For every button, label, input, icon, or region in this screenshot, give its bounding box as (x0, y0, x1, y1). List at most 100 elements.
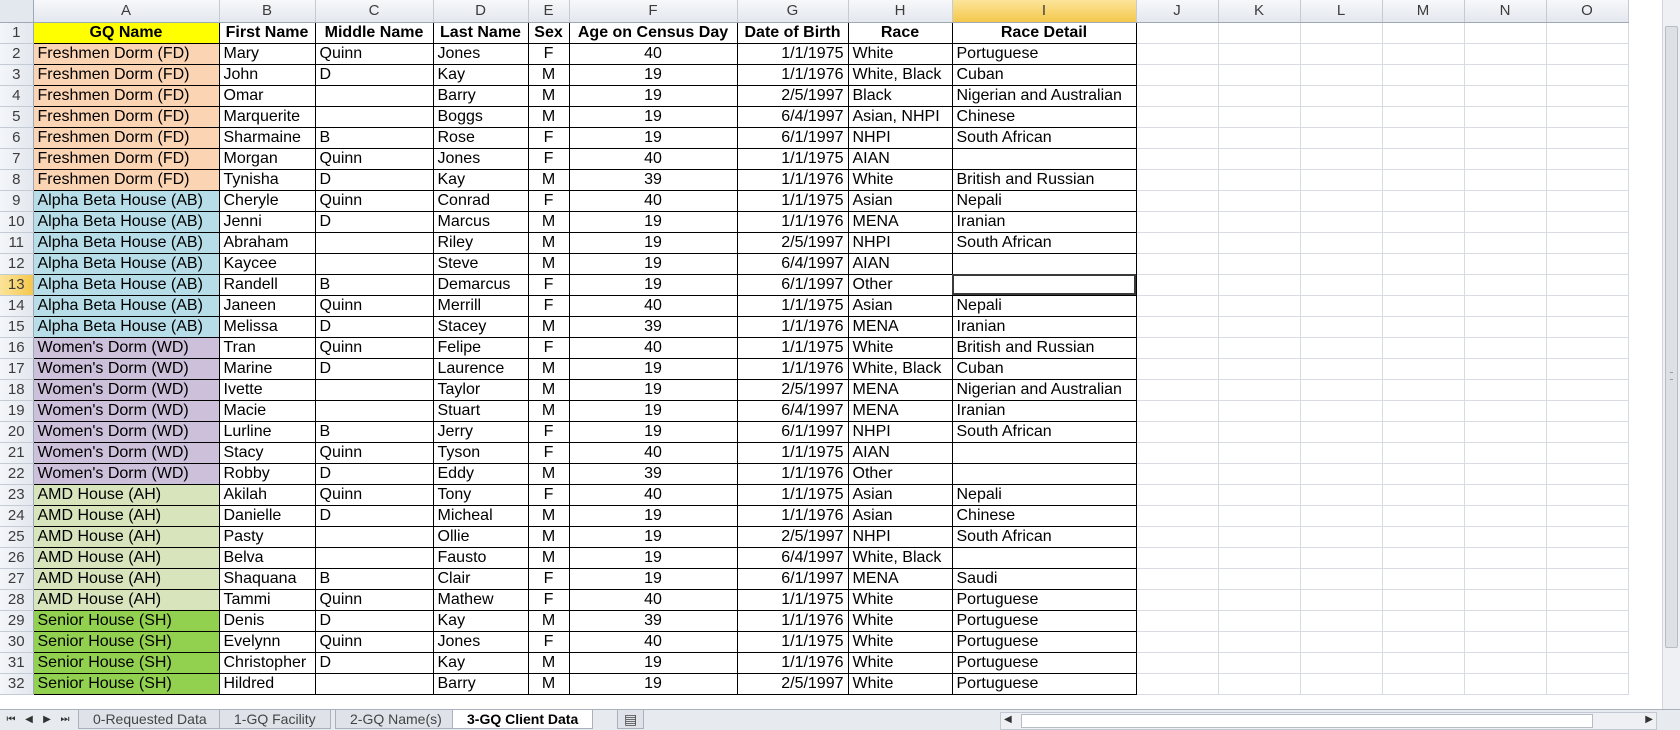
cell-h5[interactable]: Asian, NHPI (848, 106, 953, 128)
cell-c8[interactable]: D (315, 169, 434, 191)
cell-a9[interactable]: Alpha Beta House (AB) (33, 190, 220, 212)
cell-b32[interactable]: Hildred (219, 673, 316, 695)
cell-g11[interactable]: 2/5/1997 (737, 232, 849, 254)
row-header-13[interactable]: 13 (0, 274, 34, 296)
cell-g16[interactable]: 1/1/1975 (737, 337, 849, 359)
empty-cell[interactable] (1382, 358, 1465, 380)
empty-cell[interactable] (1382, 211, 1465, 233)
column-header-d[interactable]: D (433, 0, 529, 23)
cell-i2[interactable]: Portuguese (952, 43, 1137, 65)
empty-cell[interactable] (1218, 379, 1301, 401)
empty-cell[interactable] (1218, 652, 1301, 674)
empty-cell[interactable] (1218, 148, 1301, 170)
empty-cell[interactable] (1218, 43, 1301, 65)
empty-cell[interactable] (1136, 484, 1219, 506)
cell-a11[interactable]: Alpha Beta House (AB) (33, 232, 220, 254)
empty-cell[interactable] (1136, 589, 1219, 611)
cell-h25[interactable]: NHPI (848, 526, 953, 548)
empty-cell[interactable] (1464, 484, 1547, 506)
cell-b4[interactable]: Omar (219, 85, 316, 107)
cell-h13[interactable]: Other (848, 274, 953, 296)
cell-d20[interactable]: Jerry (433, 421, 529, 443)
empty-cell[interactable] (1300, 316, 1383, 338)
cell-e30[interactable]: F (528, 631, 570, 653)
cell-a22[interactable]: Women's Dorm (WD) (33, 463, 220, 485)
cell-i13[interactable] (952, 274, 1137, 296)
sheet-tab-1[interactable]: 1-GQ Facility (219, 710, 331, 729)
cell-h8[interactable]: White (848, 169, 953, 191)
row-header-3[interactable]: 3 (0, 64, 34, 86)
empty-cell[interactable] (1136, 85, 1219, 107)
empty-cell[interactable] (1218, 190, 1301, 212)
cell-g20[interactable]: 6/1/1997 (737, 421, 849, 443)
cell-f13[interactable]: 19 (569, 274, 738, 296)
cell-e28[interactable]: F (528, 589, 570, 611)
empty-cell[interactable] (1546, 337, 1629, 359)
sheet-tab-2[interactable]: 2-GQ Name(s) (335, 710, 457, 729)
cell-c29[interactable]: D (315, 610, 434, 632)
row-header-23[interactable]: 23 (0, 484, 34, 506)
cell-f18[interactable]: 19 (569, 379, 738, 401)
empty-cell[interactable] (1546, 484, 1629, 506)
empty-cell[interactable] (1300, 127, 1383, 149)
cell-e26[interactable]: M (528, 547, 570, 569)
cell-i23[interactable]: Nepali (952, 484, 1137, 506)
cell-h9[interactable]: Asian (848, 190, 953, 212)
cell-b12[interactable]: Kaycee (219, 253, 316, 275)
cell-a8[interactable]: Freshmen Dorm (FD) (33, 169, 220, 191)
cell-a27[interactable]: AMD House (AH) (33, 568, 220, 590)
empty-cell[interactable] (1300, 274, 1383, 296)
empty-cell[interactable] (1546, 190, 1629, 212)
empty-cell[interactable] (1546, 22, 1629, 44)
empty-cell[interactable] (1300, 484, 1383, 506)
cell-h11[interactable]: NHPI (848, 232, 953, 254)
cell-b30[interactable]: Evelynn (219, 631, 316, 653)
scroll-left-icon[interactable]: ◀ (1004, 714, 1012, 725)
cell-i29[interactable]: Portuguese (952, 610, 1137, 632)
cell-g22[interactable]: 1/1/1976 (737, 463, 849, 485)
cell-c15[interactable]: D (315, 316, 434, 338)
cell-c26[interactable] (315, 547, 434, 569)
empty-cell[interactable] (1464, 232, 1547, 254)
cell-c4[interactable] (315, 85, 434, 107)
row-header-8[interactable]: 8 (0, 169, 34, 191)
cell-d2[interactable]: Jones (433, 43, 529, 65)
spreadsheet-grid[interactable]: ABCDEFGHIJKLMNO 1 GQ Name First Name Middle… (0, 0, 1629, 695)
cell-d10[interactable]: Marcus (433, 211, 529, 233)
cell-f26[interactable]: 19 (569, 547, 738, 569)
empty-cell[interactable] (1382, 568, 1465, 590)
cell-c7[interactable]: Quinn (315, 148, 434, 170)
cell-b13[interactable]: Randell (219, 274, 316, 296)
empty-cell[interactable] (1546, 316, 1629, 338)
empty-cell[interactable] (1382, 253, 1465, 275)
empty-cell[interactable] (1464, 589, 1547, 611)
empty-cell[interactable] (1136, 22, 1219, 44)
cell-a10[interactable]: Alpha Beta House (AB) (33, 211, 220, 233)
empty-cell[interactable] (1464, 358, 1547, 380)
cell-d14[interactable]: Merrill (433, 295, 529, 317)
row-header-4[interactable]: 4 (0, 85, 34, 107)
empty-cell[interactable] (1464, 610, 1547, 632)
cell-a16[interactable]: Women's Dorm (WD) (33, 337, 220, 359)
cell-g32[interactable]: 2/5/1997 (737, 673, 849, 695)
cell-i30[interactable]: Portuguese (952, 631, 1137, 653)
cell-f11[interactable]: 19 (569, 232, 738, 254)
empty-cell[interactable] (1218, 463, 1301, 485)
column-header-g[interactable]: G (737, 0, 849, 23)
cell-h32[interactable]: White (848, 673, 953, 695)
cell-c23[interactable]: Quinn (315, 484, 434, 506)
empty-cell[interactable] (1218, 253, 1301, 275)
cell-a13[interactable]: Alpha Beta House (AB) (33, 274, 220, 296)
cell-a15[interactable]: Alpha Beta House (AB) (33, 316, 220, 338)
row-header-24[interactable]: 24 (0, 505, 34, 527)
cell-e4[interactable]: M (528, 85, 570, 107)
cell-h20[interactable]: NHPI (848, 421, 953, 443)
empty-cell[interactable] (1382, 169, 1465, 191)
empty-cell[interactable] (1218, 421, 1301, 443)
cell-d13[interactable]: Demarcus (433, 274, 529, 296)
cell-f6[interactable]: 19 (569, 127, 738, 149)
empty-cell[interactable] (1464, 148, 1547, 170)
cell-c6[interactable]: B (315, 127, 434, 149)
empty-cell[interactable] (1136, 631, 1219, 653)
cell-f10[interactable]: 19 (569, 211, 738, 233)
